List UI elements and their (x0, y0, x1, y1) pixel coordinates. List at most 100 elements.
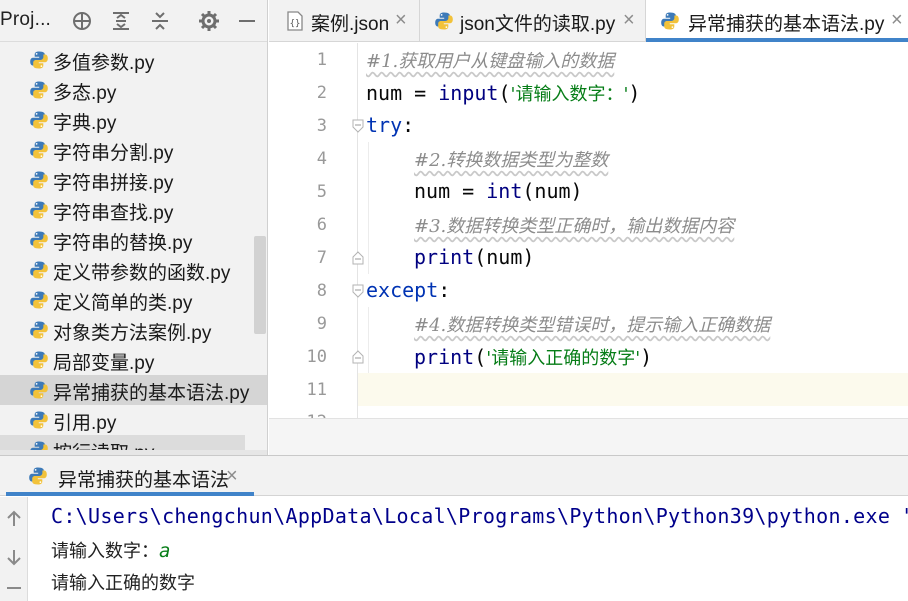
editor-bottom-strip (269, 418, 908, 455)
file-item[interactable]: 字典.py (0, 105, 267, 135)
file-name: 对象类方法案例.py (53, 323, 212, 344)
line-number: 3 (316, 116, 327, 136)
code-variable: num (366, 81, 403, 105)
code-editor[interactable]: 1 2 3 4 5 6 7 8 9 10 11 12 #1.获取用户从键盘输入的… (269, 43, 908, 455)
file-item-selected[interactable]: 异常捕获的基本语法.py (0, 375, 267, 405)
line-number: 11 (306, 380, 327, 400)
console-command-line: C:\Users\chengchun\AppData\Local\Program… (51, 504, 908, 528)
run-tab-label: 异常捕获的基本语法 (58, 470, 230, 491)
code-line-3: try: (366, 113, 414, 137)
line-number: 10 (306, 347, 327, 367)
code-line-2: num = input('请输入数字：') (366, 80, 640, 106)
code-variable: num (414, 179, 451, 203)
code-builtin: print (414, 245, 475, 269)
file-name: 定义简单的类.py (53, 293, 193, 314)
code-keyword: except (366, 278, 439, 302)
fold-open-icon[interactable] (352, 119, 364, 133)
console-error-message: 请输入正确的数字 (51, 573, 195, 594)
python-file-icon (29, 50, 49, 70)
file-name: 字符串的替换.py (53, 233, 193, 254)
close-icon[interactable]: × (395, 9, 407, 32)
close-icon[interactable]: × (891, 9, 903, 32)
project-panel: Proj... 多值参数.py 多态.py 字典.py 字符串分割.py 字符串… (0, 0, 268, 455)
locate-icon[interactable] (69, 8, 95, 34)
project-scrollbar[interactable] (254, 236, 266, 334)
python-file-icon (29, 380, 49, 400)
console-output[interactable]: C:\Users\chengchun\AppData\Local\Program… (28, 497, 908, 601)
fold-close-icon[interactable] (352, 251, 364, 265)
code-line-9: #4.数据转换类型错误时，提示输入正确数据 (414, 311, 770, 337)
tab-json-case[interactable]: {} 案例.json × (269, 0, 419, 42)
code-args: (num) (474, 245, 535, 269)
python-file-icon (660, 11, 680, 31)
fold-close-icon[interactable] (352, 350, 364, 364)
python-file-icon (29, 170, 49, 190)
python-file-icon (29, 290, 49, 310)
file-item[interactable]: 字符串分割.py (0, 135, 267, 165)
code-builtin: print (414, 345, 475, 369)
close-icon[interactable]: × (226, 465, 238, 488)
down-arrow-icon[interactable] (4, 547, 24, 567)
fold-open-icon[interactable] (352, 284, 364, 298)
gear-icon[interactable] (196, 8, 222, 34)
code-line-1: #1.获取用户从键盘输入的数据 (366, 47, 614, 73)
python-file-icon (29, 80, 49, 100)
file-name: 多值参数.py (53, 53, 155, 74)
editor-tab-bar: {} 案例.json × json文件的读取.py × 异常捕获的基本语法.py… (269, 0, 908, 42)
code-comment: #3.数据转换类型正确时，输出数据内容 (414, 216, 735, 237)
wrap-icon[interactable] (4, 583, 24, 601)
code-keyword: try (366, 113, 403, 137)
code-comment: #4.数据转换类型错误时，提示输入正确数据 (414, 315, 771, 336)
line-number: 6 (316, 215, 327, 235)
file-item[interactable]: 字符串查找.py (0, 195, 267, 225)
console-user-input: a (159, 540, 171, 562)
file-item[interactable]: 多值参数.py (0, 45, 267, 75)
file-item[interactable]: 多态.py (0, 75, 267, 105)
code-line-6: #3.数据转换类型正确时，输出数据内容 (414, 212, 734, 238)
run-side-toolbar (0, 497, 28, 601)
run-tab[interactable]: 异常捕获的基本语法 × (6, 456, 254, 496)
python-file-icon (434, 11, 454, 31)
python-file-icon (29, 140, 49, 160)
line-number-gutter: 1 2 3 4 5 6 7 8 9 10 11 12 (269, 43, 364, 455)
file-name: 字符串查找.py (53, 203, 174, 224)
expand-all-icon[interactable] (108, 8, 134, 34)
code-string: '请输入数字：' (510, 84, 629, 105)
code-comment: #2.转换数据类型为整数 (414, 150, 609, 171)
line-number: 7 (316, 248, 327, 268)
console-prompt-line: 请输入数字：a (51, 537, 170, 563)
file-item[interactable]: 字符串拼接.py (0, 165, 267, 195)
collapse-all-icon[interactable] (147, 8, 173, 34)
tab-label: 案例.json (311, 14, 390, 35)
file-name: 定义带参数的函数.py (53, 263, 231, 284)
minimize-icon[interactable] (234, 8, 260, 34)
code-string: '请输入正确的数字' (486, 348, 641, 369)
close-icon[interactable]: × (623, 9, 635, 32)
file-item[interactable]: 字符串的替换.py (0, 225, 267, 255)
code-colon: : (438, 278, 451, 302)
file-item[interactable]: 局部变量.py (0, 345, 267, 375)
file-item[interactable]: 定义带参数的函数.py (0, 255, 267, 285)
up-arrow-icon[interactable] (4, 509, 24, 529)
project-header: Proj... (0, 0, 267, 42)
tab-json-reading[interactable]: json文件的读取.py × (420, 0, 645, 42)
code-builtin: input (438, 81, 499, 105)
file-name: 字典.py (53, 113, 117, 134)
file-item[interactable]: 对象类方法案例.py (0, 315, 267, 345)
tab-exception-syntax[interactable]: 异常捕获的基本语法.py × (646, 0, 908, 42)
file-item[interactable]: 定义简单的类.py (0, 285, 267, 315)
python-file-icon (29, 200, 49, 220)
python-file-icon (29, 260, 49, 280)
line-number: 9 (316, 314, 327, 334)
indent-guide (368, 307, 369, 373)
code-paren: ) (640, 345, 653, 369)
project-title[interactable]: Proj... (0, 9, 51, 31)
indent-guide (368, 142, 369, 274)
active-tab-indicator (6, 492, 254, 496)
python-file-icon (29, 320, 49, 340)
code-operator: = (402, 81, 439, 105)
file-item[interactable]: 引用.py (0, 405, 267, 435)
file-name: 异常捕获的基本语法.py (53, 383, 250, 404)
code-line-10: print('请输入正确的数字') (414, 344, 652, 370)
python-file-icon (29, 230, 49, 250)
